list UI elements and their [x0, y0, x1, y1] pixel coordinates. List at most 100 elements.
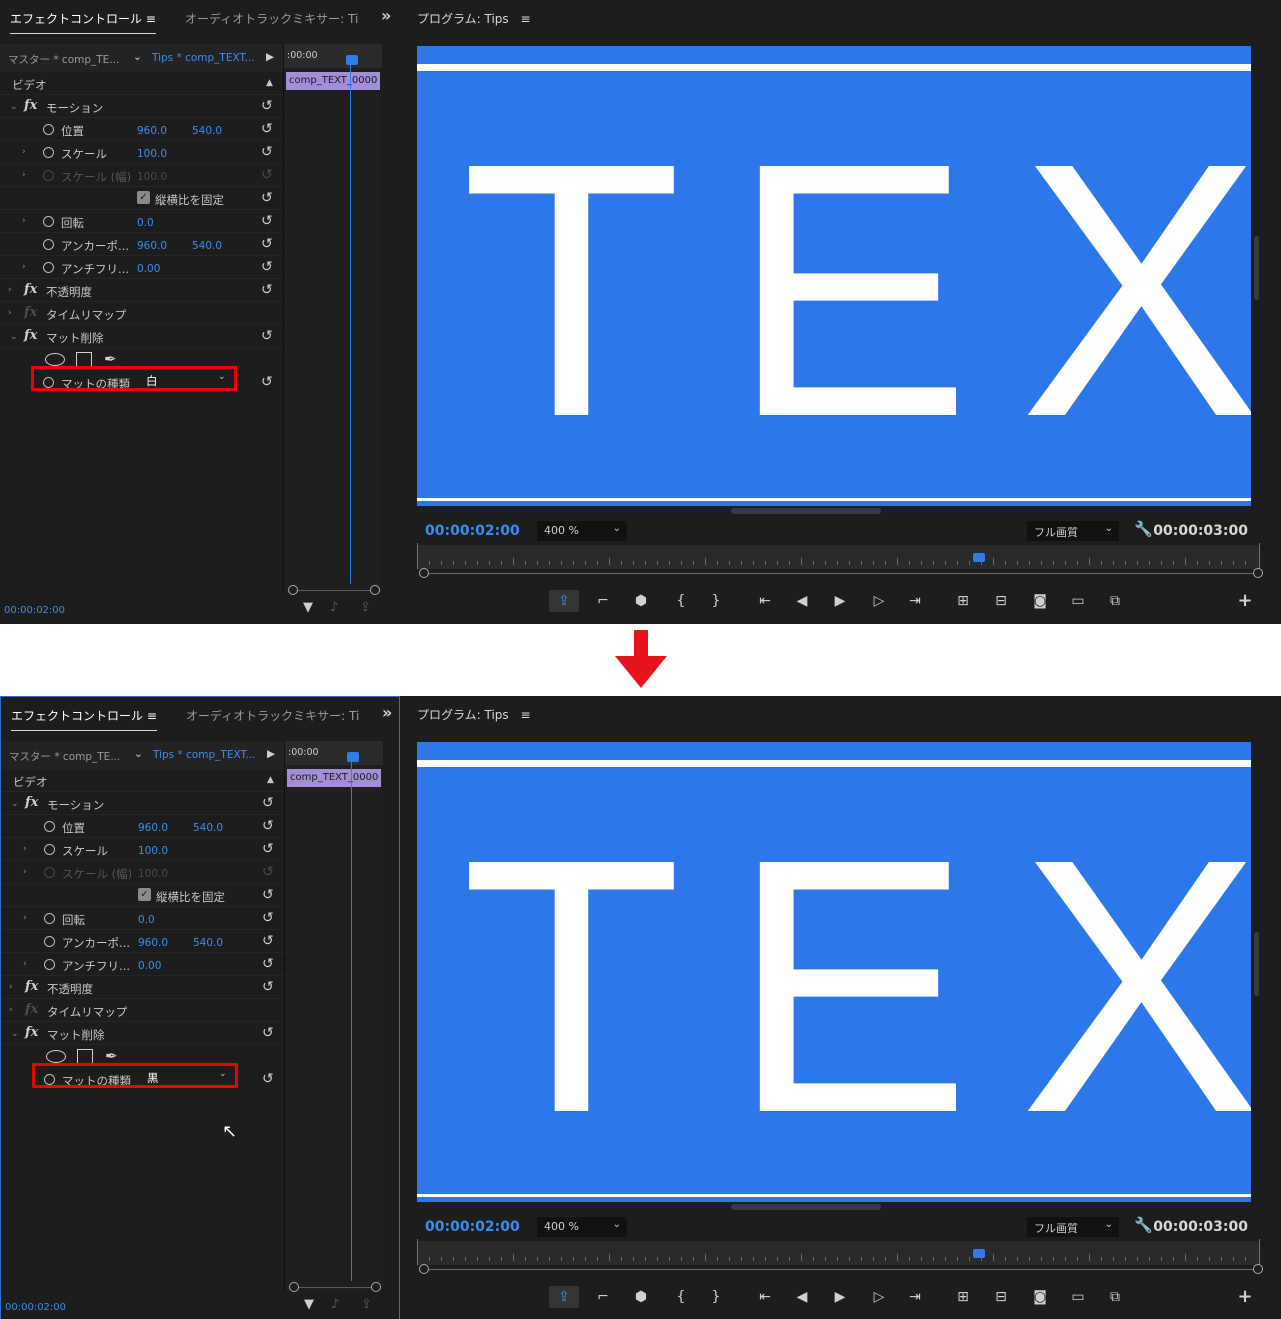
panel-menu-icon[interactable]: ≡ — [147, 709, 157, 723]
rotation-value[interactable]: 0.0 — [137, 217, 154, 229]
reset-icon[interactable]: ↺ — [261, 121, 273, 137]
reset-icon[interactable]: ↺ — [262, 979, 274, 995]
playhead-icon[interactable] — [347, 752, 359, 762]
safe-margins-icon[interactable]: ⌐ — [593, 1286, 613, 1308]
param-row-uniform-scale[interactable]: ✓ 縦横比を固定 ↺ — [0, 187, 283, 210]
position-y-value[interactable]: 540.0 — [193, 822, 223, 834]
timeline-ruler[interactable]: :00:00 — [284, 44, 382, 68]
fx-icon[interactable]: fx — [24, 98, 37, 113]
timeline-zoom-scrollbar[interactable] — [289, 1282, 381, 1292]
effect-row-matte-remove[interactable]: ⌄ fx マット削除 ↺ — [0, 325, 283, 348]
tab-audio-mixer[interactable]: オーディオトラックミキサー: Ti — [185, 10, 358, 27]
section-header-video[interactable]: ビデオ ▲ — [1, 769, 284, 792]
chevron-right-icon[interactable]: › — [23, 867, 27, 877]
fx-icon[interactable]: fx — [24, 328, 37, 343]
compare-view-icon[interactable]: ⧉ — [1105, 590, 1125, 612]
scroll-handle-left[interactable] — [419, 568, 429, 578]
filter-icon[interactable]: ▼ — [304, 1297, 314, 1312]
step-back-icon[interactable]: ◀ — [792, 590, 812, 612]
chevron-right-icon[interactable]: › — [23, 844, 27, 854]
filter-icon[interactable]: ▼ — [303, 600, 313, 615]
chevron-down-icon[interactable]: ⌄ — [11, 799, 19, 809]
param-row-position[interactable]: 位置 960.0 540.0 ↺ — [0, 118, 283, 141]
reset-icon[interactable]: ↺ — [262, 795, 274, 811]
rectangle-mask-icon[interactable] — [77, 1049, 93, 1064]
scroll-handle-left[interactable] — [289, 1282, 299, 1292]
camera-icon[interactable]: ◙ — [1030, 590, 1050, 612]
stopwatch-icon[interactable] — [44, 844, 55, 855]
step-forward-icon[interactable]: ▷ — [869, 590, 889, 612]
button-editor-plus-icon[interactable]: + — [1235, 590, 1255, 612]
panel-menu-icon[interactable]: ≡ — [521, 12, 531, 26]
anchor-x-value[interactable]: 960.0 — [137, 240, 167, 252]
quality-select[interactable]: フル画質 ⌄ — [1027, 521, 1119, 541]
effect-row-opacity[interactable]: › fx 不透明度 ↺ — [0, 279, 283, 302]
reset-icon[interactable]: ↺ — [262, 1025, 274, 1041]
timeline-zoom-scrollbar[interactable] — [288, 585, 380, 595]
breadcrumb-master[interactable]: マスター * comp_TE... — [9, 749, 120, 764]
mark-out-icon[interactable]: } — [706, 1286, 726, 1308]
panel-menu-icon[interactable]: ≡ — [521, 708, 531, 722]
add-marker-icon[interactable]: ⬢ — [631, 1286, 651, 1308]
playback-timebar[interactable] — [417, 1239, 1260, 1265]
zoom-scrollbar[interactable] — [419, 1264, 1263, 1274]
chevron-right-icon[interactable]: › — [22, 170, 26, 180]
chevron-right-icon[interactable]: › — [9, 1005, 13, 1015]
vertical-scrollbar[interactable] — [1254, 236, 1259, 300]
chevron-right-icon[interactable]: › — [22, 262, 26, 272]
toggle-proxies-icon[interactable]: ▭ — [1068, 590, 1088, 612]
reset-icon[interactable]: ↺ — [261, 328, 273, 344]
effect-row-time-remap[interactable]: › fx タイムリマップ — [0, 302, 283, 325]
playhead-icon[interactable] — [973, 1249, 985, 1258]
wrench-icon[interactable]: 🔧 — [1134, 1216, 1153, 1234]
zoom-select[interactable]: 400 % ⌄ — [537, 1217, 627, 1237]
reset-icon[interactable]: ↺ — [262, 910, 274, 926]
current-timecode[interactable]: 00:00:02:00 — [425, 1219, 520, 1235]
effect-row-motion[interactable]: ⌄ fx モーション ↺ — [1, 792, 284, 815]
scroll-handle-right[interactable] — [370, 585, 380, 595]
more-panels-icon[interactable]: » — [381, 6, 391, 25]
param-row-antiflicker[interactable]: › アンチフリ... 0.00 ↺ — [1, 953, 284, 976]
anchor-y-value[interactable]: 540.0 — [192, 240, 222, 252]
stopwatch-icon[interactable] — [44, 821, 55, 832]
antiflicker-value[interactable]: 0.00 — [138, 960, 161, 972]
play-triangle-icon[interactable]: ▶ — [266, 51, 274, 63]
reset-icon[interactable]: ↺ — [262, 956, 274, 972]
breadcrumb-master[interactable]: マスター * comp_TE... — [8, 52, 119, 67]
zoom-scrollbar[interactable] — [419, 568, 1263, 578]
mark-out-icon[interactable]: } — [706, 590, 726, 612]
effect-row-opacity[interactable]: › fx 不透明度 ↺ — [1, 976, 284, 999]
timeline-ruler[interactable]: :00:00 — [285, 741, 383, 765]
fx-icon[interactable]: fx — [25, 795, 38, 810]
param-row-rotation[interactable]: › 回転 0.0 ↺ — [0, 210, 283, 233]
stopwatch-icon[interactable] — [43, 239, 54, 250]
mark-in-icon[interactable]: { — [671, 1286, 691, 1308]
mark-in-icon[interactable]: { — [671, 590, 691, 612]
breadcrumb-clip[interactable]: Tips * comp_TEXT... — [153, 749, 256, 761]
extract-icon[interactable]: ⊟ — [991, 1286, 1011, 1308]
scale-value[interactable]: 100.0 — [138, 845, 168, 857]
effect-row-motion[interactable]: ⌄ fx モーション ↺ — [0, 95, 283, 118]
chevron-down-icon[interactable]: ⌄ — [10, 102, 18, 112]
position-y-value[interactable]: 540.0 — [192, 125, 222, 137]
scroll-handle-left[interactable] — [288, 585, 298, 595]
fx-icon[interactable]: fx — [24, 282, 37, 297]
antiflicker-value[interactable]: 0.00 — [137, 263, 160, 275]
section-header-video[interactable]: ビデオ ▲ — [0, 72, 283, 95]
chevron-right-icon[interactable]: › — [23, 913, 27, 923]
toggle-proxies-icon[interactable]: ▭ — [1068, 1286, 1088, 1308]
chevron-down-icon[interactable]: ⌄ — [10, 332, 18, 342]
chevron-right-icon[interactable]: › — [23, 959, 27, 969]
timeline-clip[interactable]: comp_TEXT_0000 — [287, 769, 381, 787]
stopwatch-icon[interactable] — [44, 959, 55, 970]
reset-icon[interactable]: ↺ — [262, 933, 274, 949]
go-to-out-icon[interactable]: ⇥ — [905, 590, 925, 612]
playhead-icon[interactable] — [346, 55, 358, 65]
chevron-right-icon[interactable]: › — [8, 285, 12, 295]
safe-margins-icon[interactable]: ⌐ — [593, 590, 613, 612]
playhead-icon[interactable] — [973, 553, 985, 562]
chevron-down-icon[interactable]: ⌄ — [134, 748, 143, 760]
chevron-right-icon[interactable]: › — [22, 147, 26, 157]
chevron-down-icon[interactable]: ⌄ — [133, 51, 142, 63]
lift-icon[interactable]: ⊞ — [953, 1286, 973, 1308]
